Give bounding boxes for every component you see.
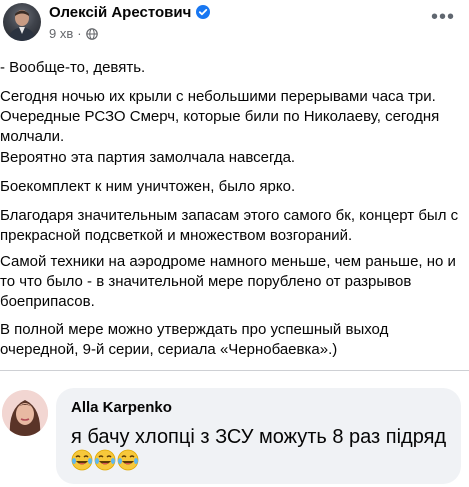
post-paragraph: Сегодня ночью их крыли с небольшими пере… [0,88,440,145]
post-meta: 9 хв · [49,26,98,41]
post-paragraph: - Вообще-то, девять. [0,59,146,76]
globe-icon[interactable] [85,28,98,40]
post-header: Олексій Арестович 9 хв · ••• [0,0,469,50]
post-timestamp[interactable]: 9 хв [49,26,73,41]
comment-text: я бачу хлопці з ЗСУ можуть 8 раз підряд [71,425,451,477]
post-paragraph: В полной мере можно утверждать про успеш… [0,321,389,358]
author-avatar[interactable] [3,3,41,41]
comment-bubble: Alla Karpenko я бачу хлопці з ЗСУ можуть… [56,388,461,484]
laughing-crying-emoji-icon [94,449,116,471]
post-paragraph: Боекомплект к ним уничтожен, было ярко. [0,178,296,195]
laughing-crying-emoji-icon [71,449,93,471]
laughing-crying-emoji-icon [117,449,139,471]
post-paragraph: Благодаря значительным запасам этого сам… [0,207,459,244]
more-options-button[interactable]: ••• [427,7,459,33]
post-author-name[interactable]: Олексій Арестович [49,4,211,21]
emoji-row [71,449,140,477]
meta-separator: · [77,26,82,41]
post-paragraph: Вероятно эта партия замолчала навсегда. [0,149,296,166]
comment-text-content: я бачу хлопці з ЗСУ можуть 8 раз підряд [71,426,447,448]
post-author-text[interactable]: Олексій Арестович [49,4,191,21]
post-paragraph: Самой техники на аэродроме намного меньш… [0,253,456,310]
commenter-name[interactable]: Alla Karpenko [71,399,172,416]
commenter-avatar[interactable] [2,390,48,436]
section-divider [0,370,469,371]
verified-badge-icon [196,5,211,19]
